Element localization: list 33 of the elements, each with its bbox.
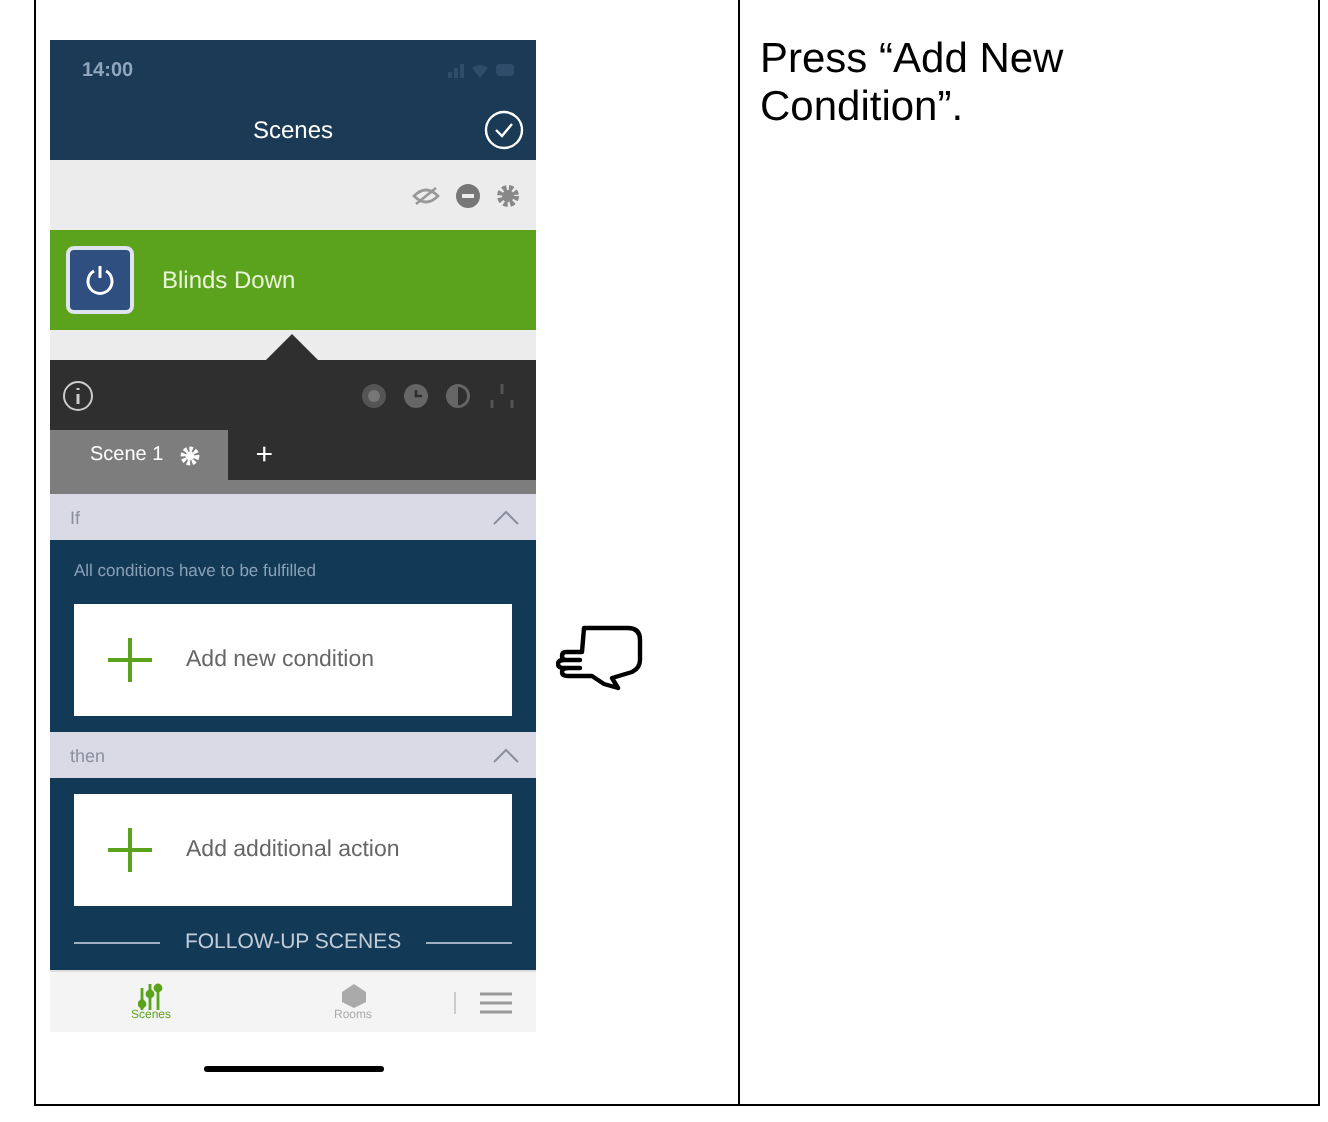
menu-icon[interactable]: [480, 991, 512, 1013]
scene-tab[interactable]: Scene 1: [50, 430, 228, 480]
power-icon: [66, 246, 134, 314]
confirm-check-icon[interactable]: [484, 110, 524, 150]
chevron-up-icon[interactable]: [492, 747, 520, 763]
record-icon[interactable]: [362, 383, 386, 407]
section-title: If: [70, 507, 81, 527]
instruction-text: Press “Add New Condition”.: [760, 36, 1066, 132]
section-header[interactable]: If: [50, 494, 536, 540]
scene-tab[interactable]: +: [227, 430, 301, 480]
house-icon: [339, 982, 367, 1010]
section-header[interactable]: then: [50, 732, 536, 778]
plus-icon: [106, 636, 154, 684]
section-title: then: [70, 745, 106, 765]
settings-icon[interactable]: [496, 183, 520, 207]
add-button[interactable]: Add additional action: [74, 794, 512, 906]
remove-icon[interactable]: [456, 183, 480, 207]
contrast-icon[interactable]: [446, 383, 470, 407]
scene-row[interactable]: Blinds Down: [50, 230, 536, 330]
chevron-up-icon[interactable]: [492, 509, 520, 525]
plus-icon: [106, 826, 154, 874]
add-button[interactable]: Add new condition: [74, 604, 512, 716]
section-note: All conditions have to be fulfilled: [74, 560, 318, 580]
screen-title: Scenes: [252, 116, 334, 144]
eye-hidden-icon[interactable]: [412, 185, 440, 205]
info-icon[interactable]: [62, 379, 94, 411]
sliders-icon: [137, 982, 165, 1010]
pointing-hand-icon: [556, 620, 648, 692]
status-time: 14:00: [82, 59, 134, 81]
sequence-icon[interactable]: [488, 381, 516, 409]
clock-icon[interactable]: [404, 383, 428, 407]
follow-up-heading: FOLLOW-UP SCENES: [184, 930, 402, 954]
scene-name: Blinds Down: [162, 266, 296, 294]
